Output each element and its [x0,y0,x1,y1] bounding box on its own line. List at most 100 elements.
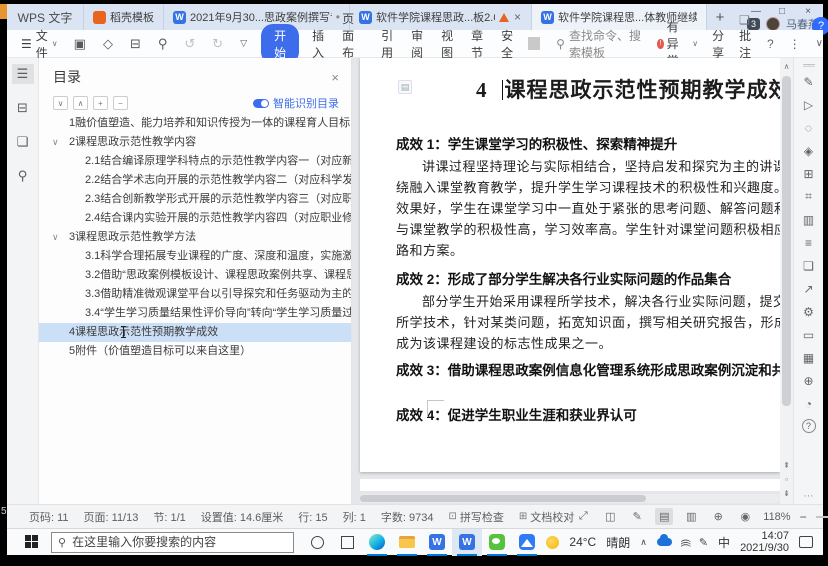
collapse-arrow-icon[interactable]: ∨ [52,228,59,247]
smart-toc-toggle[interactable]: 智能识别目录 [253,95,339,111]
edge-button[interactable] [362,529,392,556]
status-setting-value[interactable]: 设置值: 14.6厘米 [201,509,284,525]
taskbar-search-input[interactable] [72,535,287,549]
toolbar-more-icon[interactable]: ▽ [240,38,247,49]
history-icon[interactable]: ◔ [799,392,819,415]
horizontal-scrollbar-thumb[interactable] [360,495,646,502]
toc-item[interactable]: 3.2借助“思政案例模板设计、课程思政案例共享、课程思政案例示范”理念，自... [39,266,351,285]
weather-description[interactable]: 晴朗 [606,534,630,551]
panel-handle-icon[interactable]: ══ [803,60,814,70]
vertical-scrollbar-thumb[interactable] [782,76,791,406]
ink-view-icon[interactable]: ✎ [628,508,646,525]
proofread-button[interactable]: ⊞ 文档校对 [519,509,574,525]
settings-sliders-icon[interactable]: ≡ [799,231,819,254]
help-circle-icon[interactable]: ? [802,419,816,433]
zoom-percentage[interactable]: 118% [763,511,790,523]
web-view-icon[interactable]: ⊕ [709,508,727,525]
eye-protect-icon[interactable]: ◉ [736,508,754,525]
export-icon[interactable]: ↗ [799,277,819,300]
toc-item[interactable]: 2.2结合学术志向开展的示范性教学内容二（对应科学发展观的培养目标） [39,171,351,190]
horizontal-scrollbar[interactable] [360,494,780,503]
format-painter-icon[interactable]: ◇ [103,36,113,52]
toc-item[interactable]: ∨2课程思政示范性教学内容 [39,133,351,152]
download-circle-icon[interactable]: ⊕ [799,369,819,392]
comments-panel-icon[interactable]: ⊟ [12,98,34,118]
outline-view-icon[interactable]: ▥ [682,508,700,525]
toc-item[interactable]: 2.1结合编译原理学科特点的示范性教学内容一（对应新时代家国观的培养目标） [39,152,351,171]
textbox-icon[interactable]: ▭ [799,323,819,346]
zoom-out-button[interactable]: − [800,510,807,524]
toc-item[interactable]: 2.3结合创新教学形式开展的示范性教学内容三（对应职业修养观的培养目标——... [39,190,351,209]
file-menu[interactable]: ☰ 文件 ∨ [21,27,58,61]
collapse-arrow-icon[interactable]: ∨ [52,133,59,152]
select-browse-icon[interactable]: ▫ [780,473,793,486]
toc-item[interactable]: 3.4“学生学习质量结果性评价导向”转向“学生学习质量过程性评价导向”的教... [39,304,351,323]
unknown-toolbar-button[interactable] [528,37,540,50]
chart-tool-icon[interactable]: ▥ [799,208,819,231]
file-explorer-button[interactable] [392,529,422,556]
collapse-ribbon-icon[interactable]: ∨ [816,38,823,49]
redo-icon[interactable]: ↻ [212,36,223,52]
pen-input-icon[interactable]: ✎ [699,536,708,549]
plugin-gear-icon[interactable]: ⚙ [799,300,819,323]
toc-item[interactable]: 2.4结合课内实验开展的示范性教学内容四（对应职业修养观的培养目标——解决... [39,209,351,228]
wechat-button[interactable] [482,529,512,556]
cortana-button[interactable] [302,529,332,556]
toc-panel-icon[interactable]: ☰ [12,64,34,84]
tab-docer[interactable]: 稻壳模板 [83,4,163,30]
previous-page-icon[interactable]: ⇞ [780,459,793,472]
notification-center-icon[interactable] [799,536,813,548]
status-section[interactable]: 节: 1/1 [153,509,185,525]
toc-item[interactable]: 3.3借助精准微观课堂平台以引导探究和任务驱动为主的教学方法持续推进情况 [39,285,351,304]
toc-item[interactable]: 3.1科学合理拓展专业课程的广度、深度和温度，实施激发学习动机的教学方法 [39,247,351,266]
paragraph-style-icon[interactable]: ▤ [398,80,412,94]
next-page-icon[interactable]: ⇟ [780,487,793,500]
status-page-count[interactable]: 页面: 11/13 [84,509,139,525]
wifi-icon[interactable]: ((( [680,539,691,546]
save-icon[interactable]: ▣ [74,36,86,52]
command-search[interactable]: ⚲ 查找命令、搜索模板 [556,27,641,61]
meeting-app-button[interactable] [512,529,542,556]
picture-icon[interactable]: ▦ [799,346,819,369]
edit-pen-icon[interactable]: ✎ [799,70,819,93]
weather-sun-icon[interactable] [546,536,559,549]
vertical-scrollbar[interactable]: ∧ ⇞ ▫ ⇟ [780,58,793,504]
two-column-view-icon[interactable]: ◫ [601,508,619,525]
print-icon[interactable]: ⊟ [130,36,141,52]
cloud-sync-icon[interactable] [657,538,672,546]
scroll-up-icon[interactable]: ∧ [780,60,793,73]
toc-collapse-all-icon[interactable]: − [113,96,128,110]
print-preview-icon[interactable]: ⚲ [158,36,168,52]
qr-grid-icon[interactable]: ⌗ [799,185,819,208]
spellcheck-button[interactable]: ⊡ 拼写检查 [448,509,503,525]
fullscreen-view-icon[interactable]: ⤢ [574,508,592,525]
zoom-slider[interactable] [816,516,828,518]
wps-app-button[interactable]: W [422,529,452,556]
wps-writer-button[interactable]: W [452,529,482,556]
toc-item[interactable]: 1融价值塑造、能力培养和知识传授为一体的课程育人目标 [39,114,351,133]
more-menu-icon[interactable]: ⋮ [789,37,801,51]
toc-expand-icon[interactable]: ∨ [53,96,68,110]
taskbar-clock[interactable]: 14:07 2021/9/30 [740,530,789,554]
undo-icon[interactable]: ↺ [184,36,195,52]
replace-image-icon[interactable]: ❏ [799,254,819,277]
toc-item[interactable]: ∨3课程思政示范性教学方法 [39,228,351,247]
document-page[interactable]: ▤ 4课程思政示范性预期教学成效 成效 1：学生课堂学习的积极性、探索精神提升 … [360,58,780,472]
status-page-number[interactable]: 页码: 11 [29,509,69,525]
ime-indicator[interactable]: 中 [718,534,730,551]
strip-more-icon[interactable]: ⋯ [804,491,814,504]
select-tool-icon[interactable]: ▷ [799,93,819,116]
task-view-button[interactable] [332,529,362,556]
taskbar-search[interactable]: ⚲ [51,532,294,553]
windows-start-icon[interactable] [25,535,39,549]
table-tool-icon[interactable]: ⊞ [799,162,819,185]
tray-expand-icon[interactable]: ∧ [640,537,647,548]
toc-collapse-icon[interactable]: ∧ [73,96,88,110]
stamp-icon[interactable]: ◈ [799,139,819,162]
bookmark-panel-icon[interactable]: ❏ [12,132,34,152]
status-word-count[interactable]: 字数: 9734 [381,509,434,525]
weather-temperature[interactable]: 24°C [569,535,596,549]
find-panel-icon[interactable]: ⚲ [12,166,34,186]
toc-item-selected[interactable]: 4课程思政示范性预期教学成效 [39,323,351,342]
toc-item[interactable]: 5附件（价值塑造目标可以来自这里） [39,342,351,361]
